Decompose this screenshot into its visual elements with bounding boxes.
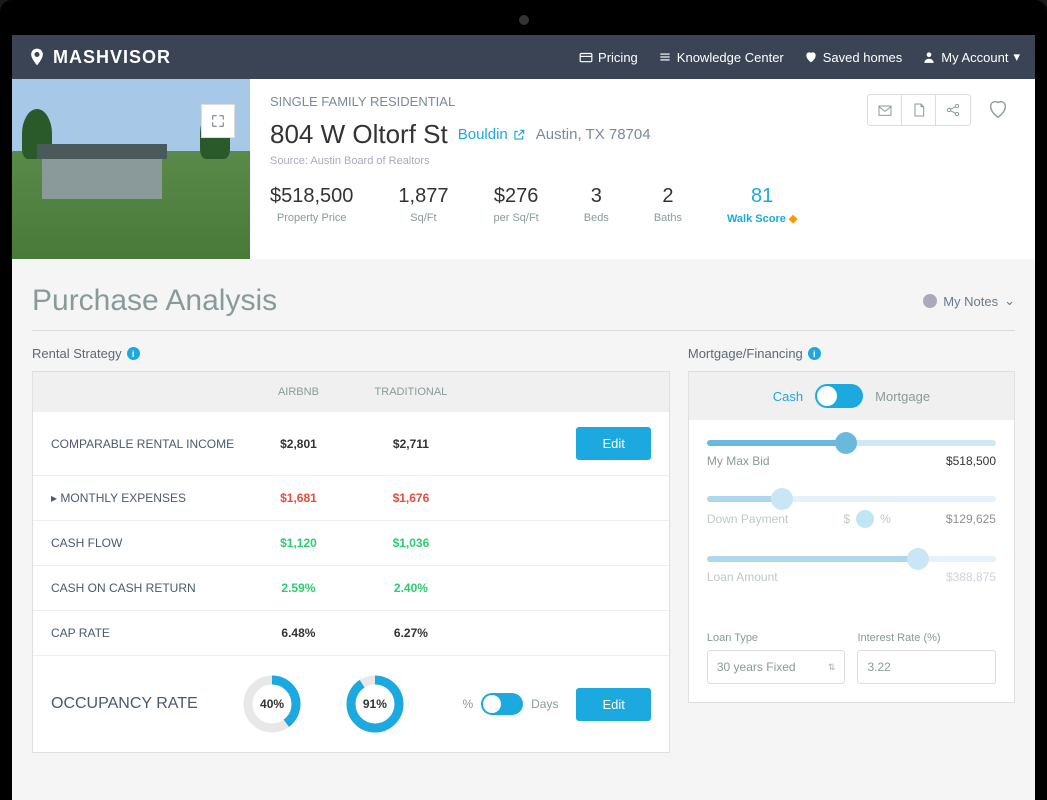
city-state: Austin, TX 78704 — [536, 126, 651, 143]
expand-image-button[interactable] — [201, 104, 235, 138]
nav-pricing[interactable]: Pricing — [579, 49, 638, 65]
row-coc: CASH ON CASH RETURN 2.59% 2.40% — [33, 566, 669, 611]
user-icon — [922, 50, 936, 64]
heart-icon — [804, 50, 818, 64]
occupancy-trad-donut: 91% — [345, 674, 405, 734]
loan-type-select[interactable]: 30 years Fixed⇅ — [707, 650, 846, 684]
edit-occupancy-button[interactable]: Edit — [576, 688, 650, 721]
nav-account[interactable]: My Account ▾ — [922, 49, 1020, 65]
nav-knowledge[interactable]: Knowledge Center — [658, 49, 784, 65]
logo[interactable]: MASHVISOR — [27, 47, 171, 68]
row-income: COMPARABLE RENTAL INCOME $2,801 $2,711 E… — [33, 412, 669, 476]
stat-baths: 2Baths — [654, 185, 682, 225]
logo-pin-icon — [27, 47, 47, 67]
my-notes-button[interactable]: My Notes ⌄ — [923, 293, 1015, 309]
external-link-icon — [512, 128, 526, 142]
dp-unit-toggle[interactable]: $% — [843, 510, 890, 528]
heart-outline-icon — [987, 98, 1009, 120]
stat-beds: 3Beds — [584, 185, 609, 225]
list-icon — [658, 50, 672, 64]
nav-saved[interactable]: Saved homes — [804, 49, 903, 65]
occupancy-airbnb-donut: 40% — [242, 674, 302, 734]
info-icon[interactable]: i — [808, 347, 821, 360]
share-icon — [945, 102, 961, 118]
mail-icon — [877, 102, 893, 118]
page-title: Purchase Analysis — [32, 284, 277, 318]
cash-mortgage-toggle[interactable] — [815, 384, 863, 408]
caret-down-icon: ▾ — [1013, 49, 1020, 65]
property-image[interactable] — [12, 79, 250, 259]
stat-walkscore[interactable]: 81Walk Score ◆ — [727, 185, 797, 225]
downpayment-slider[interactable] — [707, 496, 996, 502]
mortgage-label: Mortgage — [875, 389, 930, 404]
email-button[interactable] — [868, 95, 902, 125]
stat-persqft: $276per Sq/Ft — [493, 185, 538, 225]
maxbid-slider[interactable] — [707, 440, 996, 446]
row-expenses[interactable]: ▸ MONTHLY EXPENSES $1,681 $1,676 — [33, 476, 669, 521]
row-occupancy: OCCUPANCY RATE 40% 91% — [33, 656, 669, 752]
stat-sqft: 1,877Sq/Ft — [398, 185, 448, 225]
favorite-button[interactable] — [981, 94, 1015, 124]
brand-text: MASHVISOR — [53, 47, 171, 68]
source-text: Source: Austin Board of Realtors — [270, 155, 847, 167]
pdf-button[interactable] — [902, 95, 936, 125]
neighborhood-link[interactable]: Bouldin — [458, 126, 526, 143]
stat-price: $518,500Property Price — [270, 185, 353, 225]
share-button[interactable] — [936, 95, 970, 125]
top-nav: MASHVISOR Pricing Knowledge Center Saved… — [12, 35, 1035, 79]
select-caret-icon: ⇅ — [828, 662, 836, 673]
edit-income-button[interactable]: Edit — [576, 427, 650, 460]
interest-rate-input[interactable] — [857, 650, 996, 684]
notes-dot-icon — [923, 294, 937, 308]
mortgage-title: Mortgage/Financingi — [688, 346, 1015, 371]
info-icon[interactable]: i — [127, 347, 140, 360]
property-type: SINGLE FAMILY RESIDENTIAL — [270, 94, 847, 109]
property-address: 804 W Oltorf St — [270, 119, 448, 150]
card-icon — [579, 50, 593, 64]
loanamount-slider[interactable] — [707, 556, 996, 562]
chevron-down-icon: ⌄ — [1004, 293, 1015, 309]
cash-label: Cash — [773, 389, 803, 404]
rental-strategy-title: Rental Strategyi — [32, 346, 670, 371]
pct-days-toggle[interactable]: % Days — [462, 693, 558, 715]
expand-icon — [210, 113, 226, 129]
row-cap: CAP RATE 6.48% 6.27% — [33, 611, 669, 656]
row-cashflow: CASH FLOW $1,120 $1,036 — [33, 521, 669, 566]
table-header: AIRBNB TRADITIONAL — [33, 372, 669, 412]
expand-caret-icon: ▸ — [51, 491, 57, 505]
document-icon — [911, 102, 927, 118]
